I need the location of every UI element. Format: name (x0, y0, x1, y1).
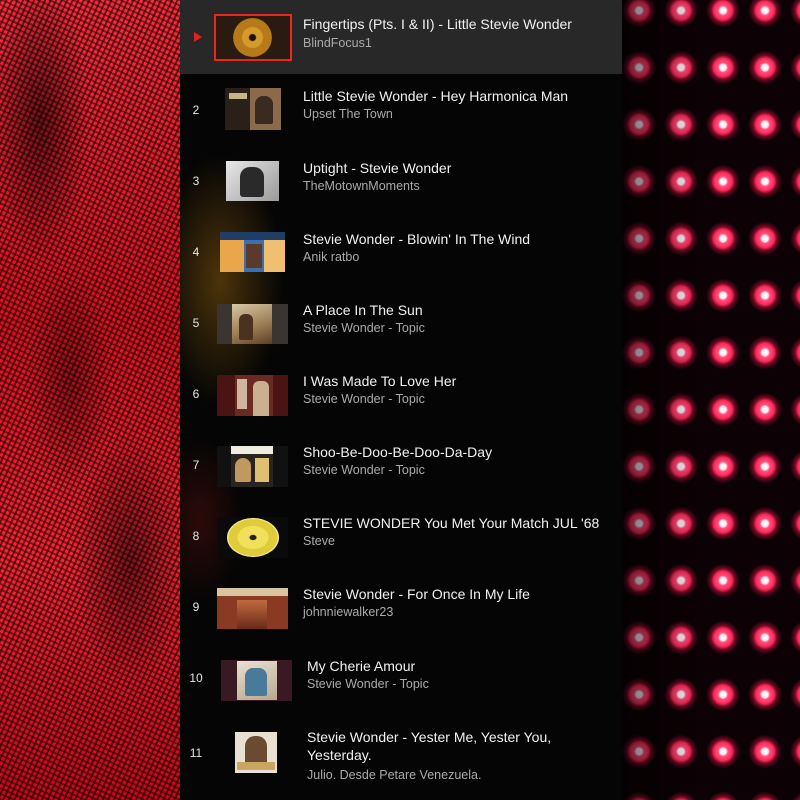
play-triangle-icon (194, 32, 202, 42)
thumbnail[interactable] (217, 517, 288, 558)
channel-name[interactable]: johnniewalker23 (303, 604, 393, 620)
thumbnail[interactable] (217, 588, 288, 629)
now-playing-indicator (180, 0, 212, 74)
video-title[interactable]: Fingertips (Pts. I & II) - Little Stevie… (303, 15, 572, 33)
playlist-index: 5 (192, 315, 200, 330)
playlist-index: 6 (192, 386, 200, 401)
video-title[interactable]: Stevie Wonder - Yester Me, Yester You, Y… (307, 728, 577, 764)
video-title[interactable]: STEVIE WONDER You Met Your Match JUL '68 (303, 514, 599, 532)
playlist-item[interactable]: 2 Little Stevie Wonder - Hey Harmonica M… (180, 74, 622, 145)
channel-name[interactable]: BlindFocus1 (303, 35, 372, 51)
playlist-item[interactable]: 9 Stevie Wonder - For Once In My Life jo… (180, 571, 622, 642)
video-title[interactable]: I Was Made To Love Her (303, 372, 456, 390)
playlist-item[interactable]: 3 Uptight - Stevie Wonder TheMotownMomen… (180, 145, 622, 216)
channel-name[interactable]: Julio. Desde Petare Venezuela. (307, 767, 481, 783)
playlist-index: 9 (192, 599, 200, 614)
thumbnail[interactable] (217, 304, 288, 344)
thumbnail[interactable] (217, 375, 288, 416)
video-title[interactable]: Uptight - Stevie Wonder (303, 159, 451, 177)
thumbnail[interactable] (217, 446, 288, 487)
playlist-item[interactable]: Fingertips (Pts. I & II) - Little Stevie… (180, 0, 622, 74)
channel-name[interactable]: Stevie Wonder - Topic (303, 462, 425, 478)
video-title[interactable]: Little Stevie Wonder - Hey Harmonica Man (303, 87, 568, 105)
channel-name[interactable]: Stevie Wonder - Topic (303, 391, 425, 407)
playlist-index: 3 (192, 173, 200, 188)
playlist-item[interactable]: 7 Shoo-Be-Doo-Be-Doo-Da-Day Stevie Wonde… (180, 429, 622, 500)
channel-name[interactable]: Stevie Wonder - Topic (307, 676, 429, 692)
video-title[interactable]: Stevie Wonder - For Once In My Life (303, 585, 530, 603)
playlist-index: 7 (192, 457, 200, 472)
channel-name[interactable]: Stevie Wonder - Topic (303, 320, 425, 336)
video-title[interactable]: A Place In The Sun (303, 301, 423, 319)
thumbnail[interactable] (220, 232, 285, 272)
led-background-right (622, 0, 800, 800)
channel-name[interactable]: TheMotownMoments (303, 178, 420, 194)
screen: Fingertips (Pts. I & II) - Little Stevie… (0, 0, 800, 800)
playlist-index: 2 (192, 102, 200, 117)
playlist-item[interactable]: 6 I Was Made To Love Her Stevie Wonder -… (180, 358, 622, 429)
channel-name[interactable]: Anik ratbo (303, 249, 359, 265)
thumbnail[interactable] (226, 161, 279, 201)
playlist-panel: Fingertips (Pts. I & II) - Little Stevie… (180, 0, 622, 800)
video-title[interactable]: Stevie Wonder - Blowin' In The Wind (303, 230, 530, 248)
led-background-left (0, 0, 180, 800)
video-title[interactable]: Shoo-Be-Doo-Be-Doo-Da-Day (303, 443, 492, 461)
channel-name[interactable]: Steve (303, 533, 335, 549)
playlist-item[interactable]: 8 STEVIE WONDER You Met Your Match JUL '… (180, 500, 622, 571)
playlist-index: 11 (189, 746, 203, 760)
video-title[interactable]: My Cherie Amour (307, 657, 415, 675)
channel-name[interactable]: Upset The Town (303, 106, 393, 122)
playlist-index: 10 (189, 670, 203, 685)
thumbnail[interactable] (235, 732, 277, 773)
playlist-index: 4 (192, 244, 200, 259)
playlist-item[interactable]: 10 My Cherie Amour Stevie Wonder - Topic (180, 642, 622, 713)
thumbnail[interactable] (225, 88, 281, 130)
playlist-item[interactable]: 5 A Place In The Sun Stevie Wonder - Top… (180, 287, 622, 358)
thumbnail[interactable] (221, 660, 292, 701)
thumbnail[interactable] (214, 14, 292, 61)
playlist-item[interactable]: 11 Stevie Wonder - Yester Me, Yester You… (180, 713, 622, 800)
playlist-index: 8 (192, 528, 200, 543)
playlist-item[interactable]: 4 Stevie Wonder - Blowin' In The Wind An… (180, 216, 622, 287)
